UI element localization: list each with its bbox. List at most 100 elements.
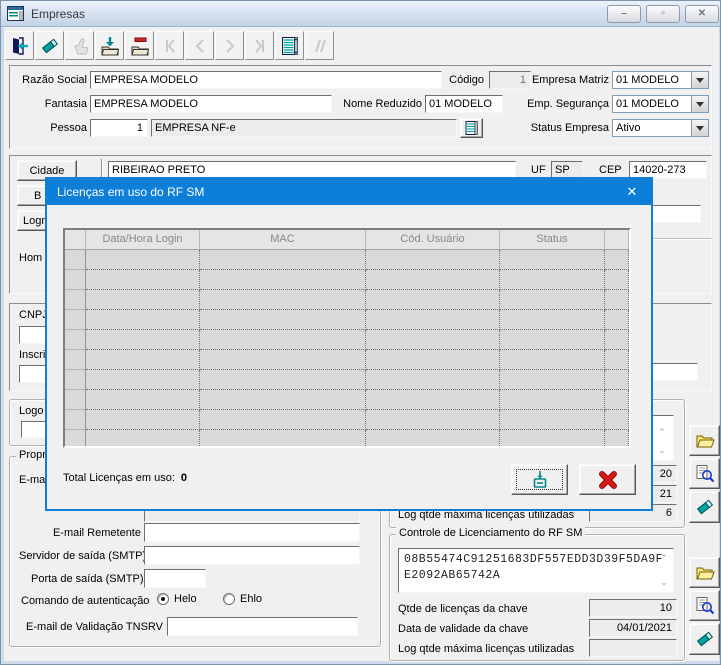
licenses-grid[interactable]: Data/Hora Login MAC Cód. Usuário Status — [63, 228, 631, 448]
grid-row[interactable] — [65, 350, 629, 370]
email-remetente-field[interactable] — [144, 523, 360, 542]
pessoa-codigo-field[interactable]: 1 — [90, 119, 148, 137]
helo-radio-label: Helo — [174, 593, 197, 605]
grid-row[interactable] — [65, 410, 629, 430]
filter-icon — [314, 39, 326, 52]
grid-cell — [86, 350, 200, 370]
refresh-licenses-button[interactable] — [511, 464, 568, 495]
main-toolbar — [4, 28, 719, 61]
nome-reduzido-field[interactable]: 01 MODELO — [425, 95, 503, 113]
helo-radio[interactable]: Helo — [157, 593, 197, 605]
grid-cell — [200, 310, 366, 330]
clear-key-button[interactable] — [689, 491, 720, 523]
exit-button[interactable] — [5, 31, 34, 60]
razao-social-field[interactable]: EMPRESA MODELO — [90, 71, 442, 89]
grid-cell — [500, 410, 605, 430]
grid-cell — [366, 410, 500, 430]
grid-row[interactable] — [65, 390, 629, 410]
grid-cell — [500, 370, 605, 390]
grid-cell — [605, 390, 629, 410]
status-empresa-combo[interactable]: Ativo — [612, 119, 709, 137]
grid-cell — [65, 350, 86, 370]
open-license-file-button[interactable] — [689, 557, 720, 588]
chevron-down-icon[interactable] — [691, 72, 708, 88]
grid-cell — [86, 250, 200, 270]
log-maximo-label: Log qtde máxima licenças utilizadas — [398, 643, 575, 655]
inscricao-label: Inscri — [19, 349, 46, 361]
edit-button[interactable] — [35, 31, 64, 60]
grid-header-indicator — [65, 230, 86, 250]
scrollbar-up-icon[interactable]: ⌃ — [655, 427, 669, 437]
licencas-dialog: Licenças em uso do RF SM ✕ Data/Hora Log… — [45, 177, 653, 511]
delete-button[interactable] — [125, 31, 154, 60]
scrollbar-down-icon[interactable]: ⌄ — [657, 577, 671, 587]
erase-icon — [696, 631, 713, 647]
grid-row[interactable] — [65, 430, 629, 446]
grid-cell — [605, 330, 629, 350]
codigo-label: Código — [449, 74, 484, 86]
grid-cell — [86, 430, 200, 446]
dialog-close-icon[interactable]: ✕ — [621, 183, 643, 201]
save-button[interactable] — [95, 31, 124, 60]
grid-cell — [366, 390, 500, 410]
find-icon — [696, 596, 714, 614]
clear-license-button[interactable] — [689, 623, 720, 655]
chevron-down-icon[interactable] — [691, 120, 708, 136]
window-titlebar[interactable]: Empresas – ▫ ✕ — [1, 1, 720, 27]
uf-label: UF — [531, 164, 546, 176]
total-row: Total Licenças em uso: 0 — [63, 472, 187, 484]
close-button[interactable]: ✕ — [685, 5, 719, 23]
grid-cell — [605, 310, 629, 330]
emp-seguranca-combo[interactable]: 01 MODELO — [612, 95, 709, 113]
grid-row[interactable] — [65, 290, 629, 310]
grid-cell — [200, 410, 366, 430]
validade-chave-field: 04/01/2021 — [589, 619, 677, 637]
minimize-button[interactable]: – — [607, 5, 641, 23]
maximize-button[interactable]: ▫ — [646, 5, 680, 23]
chevron-down-icon[interactable] — [691, 96, 708, 112]
porta-saida-label: Porta de saída (SMTP) — [31, 573, 144, 585]
fantasia-field[interactable]: EMPRESA MODELO — [90, 95, 332, 113]
grid-cell — [200, 430, 366, 446]
grid-row[interactable] — [65, 310, 629, 330]
porta-saida-field[interactable] — [144, 569, 206, 588]
nav-last-button — [245, 31, 274, 60]
grid-cell — [86, 390, 200, 410]
grid-row[interactable] — [65, 370, 629, 390]
grid-cell — [500, 350, 605, 370]
verify-key-button[interactable] — [689, 458, 720, 489]
app-icon — [7, 6, 24, 21]
open-folder-icon — [696, 567, 715, 579]
grid-row[interactable] — [65, 330, 629, 350]
window-frame-left — [1, 27, 4, 663]
total-value: 0 — [180, 472, 188, 484]
grid-header-status: Status — [500, 230, 605, 250]
scrollbar-up-icon[interactable]: ⌃ — [657, 553, 671, 563]
verify-license-button[interactable] — [689, 590, 720, 621]
pessoa-lookup-button[interactable] — [460, 118, 483, 138]
grid-cell — [500, 270, 605, 290]
chave-rfsm-memo[interactable]: 08B55474C91251683DF557EDD3D39F5DA9F E209… — [398, 548, 674, 593]
empresas-window: Empresas – ▫ ✕ Razão Social EMPRESA MODE… — [0, 0, 721, 665]
find-icon — [696, 464, 714, 482]
nome-reduzido-label: Nome Reduzido — [343, 98, 422, 110]
erase-icon — [696, 499, 713, 515]
licenciamento-rfsm-caption: Controle de Licenciamento do RF SM — [396, 527, 586, 539]
grid-cell — [200, 350, 366, 370]
open-key-file-button[interactable] — [689, 425, 720, 456]
ehlo-radio-label: Ehlo — [240, 593, 263, 605]
ehlo-radio[interactable]: Ehlo — [223, 593, 262, 605]
grid-row[interactable] — [65, 250, 629, 270]
nav-next-icon — [225, 38, 234, 53]
scrollbar-down-icon[interactable]: ⌄ — [655, 445, 669, 455]
dialog-titlebar[interactable]: Licenças em uso do RF SM ✕ — [47, 179, 651, 205]
grid-row[interactable] — [65, 270, 629, 290]
grid-cell — [86, 410, 200, 430]
cancel-dialog-button[interactable] — [579, 464, 636, 495]
focus-rect — [516, 469, 563, 490]
chave-line1: 08B55474C91251683DF557EDD3D39F5DA9F — [404, 553, 664, 566]
grid-view-button[interactable] — [275, 31, 304, 60]
empresa-matriz-combo[interactable]: 01 MODELO — [612, 71, 709, 89]
servidor-saida-field[interactable] — [144, 546, 360, 565]
email-validacao-field[interactable] — [167, 617, 358, 636]
